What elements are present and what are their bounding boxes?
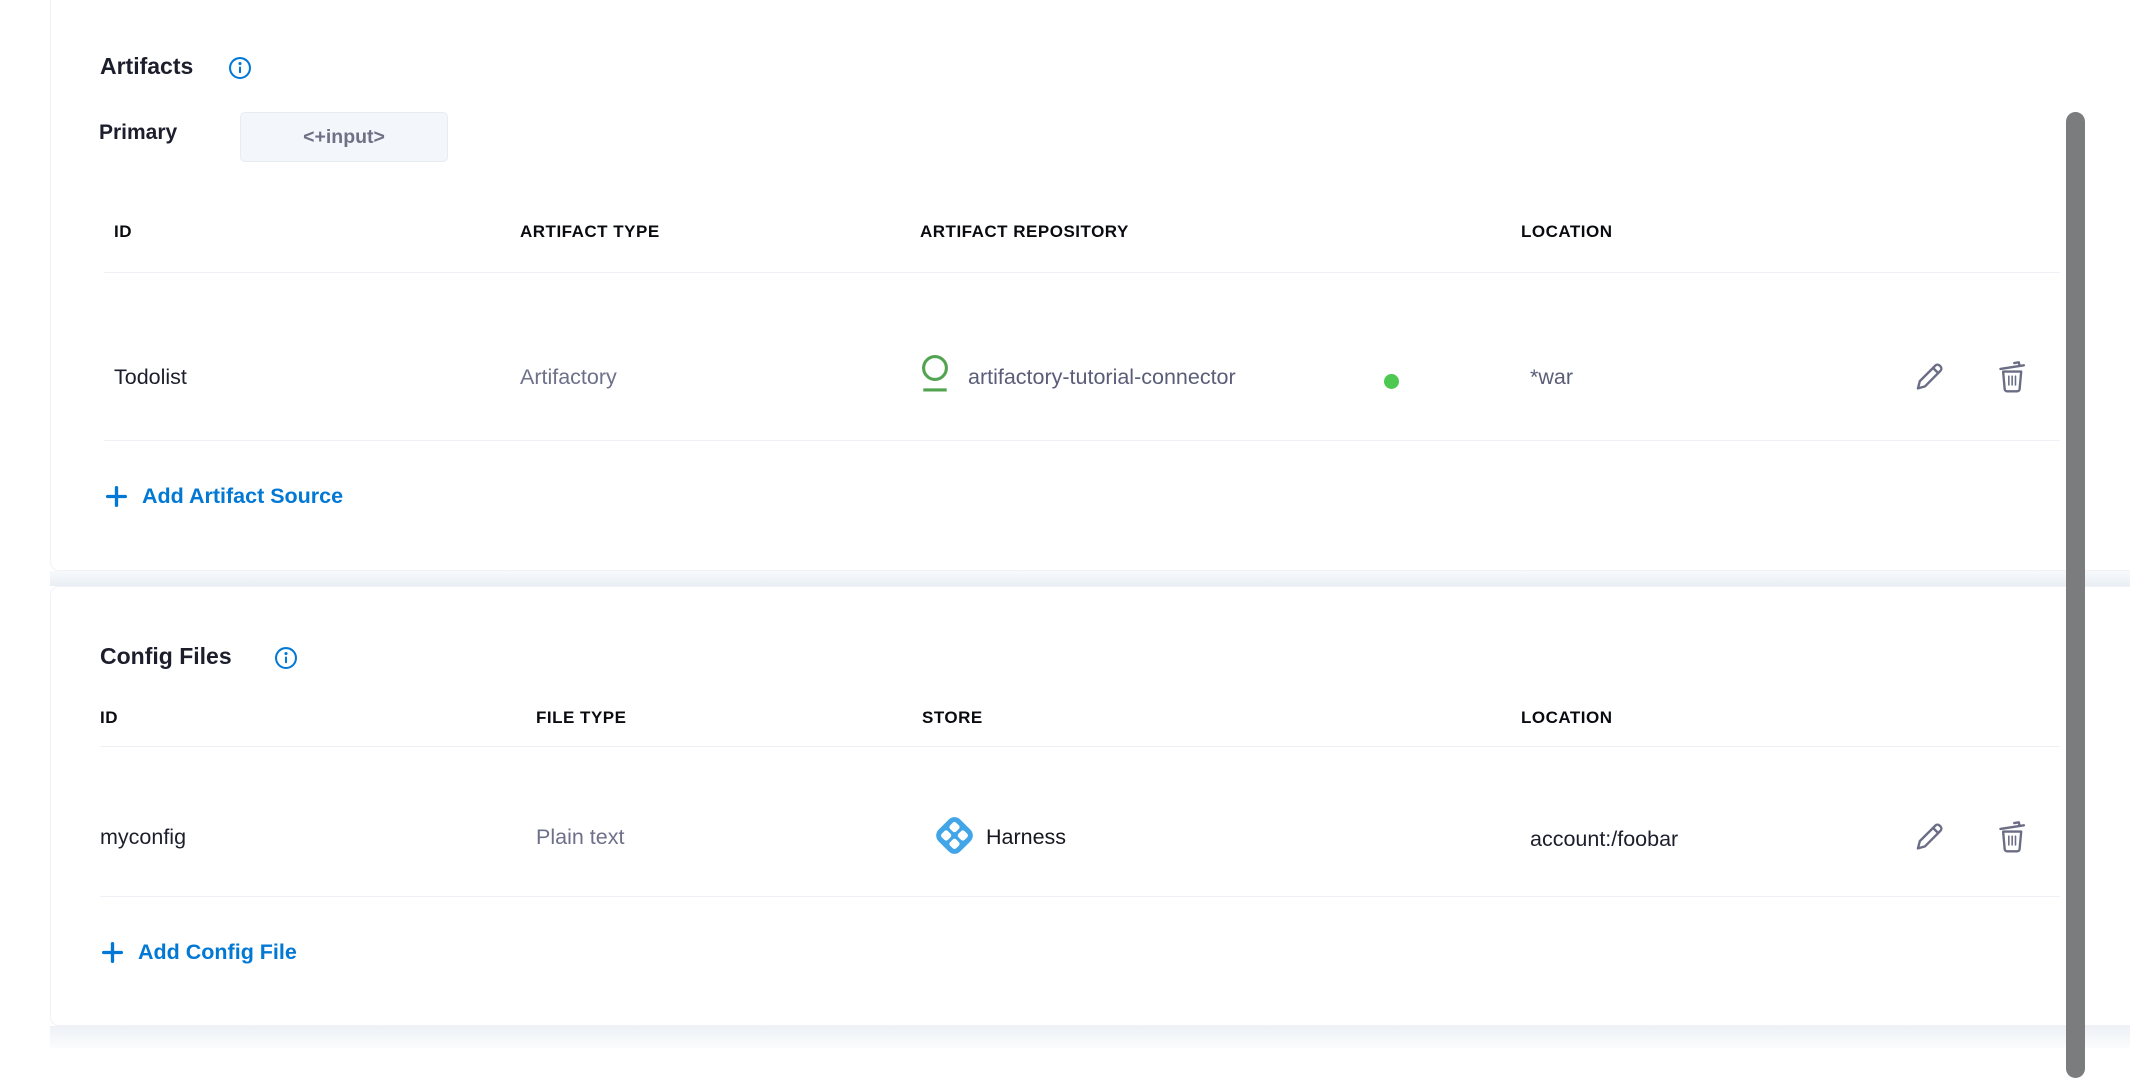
config-location-cell: account:/foobar <box>1530 827 1678 852</box>
config-files-section-title: Config Files <box>100 643 232 670</box>
column-header-id: ID <box>100 708 118 728</box>
connector-status-green-dot <box>1384 374 1399 389</box>
harness-logo-icon <box>932 813 977 858</box>
column-header-artifact-type: ARTIFACT TYPE <box>520 222 660 242</box>
vertical-scrollbar-thumb[interactable] <box>2066 112 2085 1078</box>
add-artifact-source-label: Add Artifact Source <box>142 484 343 509</box>
artifact-id-cell: Todolist <box>114 365 187 390</box>
column-header-location: LOCATION <box>1521 222 1613 242</box>
artifact-location-cell: *war <box>1530 365 1573 390</box>
artifacts-section-title: Artifacts <box>100 53 193 80</box>
info-icon[interactable] <box>227 55 253 81</box>
config-files-card <box>50 586 2130 1026</box>
header-divider <box>104 272 2060 273</box>
column-header-artifact-repository: ARTIFACT REPOSITORY <box>920 222 1129 242</box>
config-store-cell: Harness <box>986 825 1066 850</box>
column-header-location: LOCATION <box>1521 708 1613 728</box>
edit-pencil-icon[interactable] <box>1910 358 1948 396</box>
plus-icon <box>100 940 125 965</box>
row-divider <box>104 440 2060 441</box>
config-file-type-cell: Plain text <box>536 825 624 850</box>
add-config-file-button[interactable]: Add Config File <box>100 940 297 965</box>
primary-artifact-input[interactable]: <+input> <box>240 112 448 162</box>
config-id-cell: myconfig <box>100 825 186 850</box>
card-gap-divider <box>50 571 2130 586</box>
add-config-file-label: Add Config File <box>138 940 297 965</box>
column-header-store: STORE <box>922 708 983 728</box>
artifact-repository-cell: artifactory-tutorial-connector <box>968 365 1236 390</box>
add-artifact-source-button[interactable]: Add Artifact Source <box>104 484 343 509</box>
column-header-file-type: FILE TYPE <box>536 708 626 728</box>
delete-trash-icon[interactable] <box>1993 818 2031 856</box>
edit-pencil-icon[interactable] <box>1910 818 1948 856</box>
column-header-id: ID <box>114 222 132 242</box>
delete-trash-icon[interactable] <box>1993 358 2031 396</box>
info-icon[interactable] <box>273 645 299 671</box>
artifactory-icon <box>917 352 953 396</box>
card-bottom-shadow <box>50 1026 2130 1048</box>
header-divider <box>100 746 2060 747</box>
plus-icon <box>104 484 129 509</box>
artifacts-card <box>50 0 2130 571</box>
row-divider <box>100 896 2060 897</box>
primary-artifact-label: Primary <box>99 121 177 145</box>
artifact-type-cell: Artifactory <box>520 365 617 390</box>
